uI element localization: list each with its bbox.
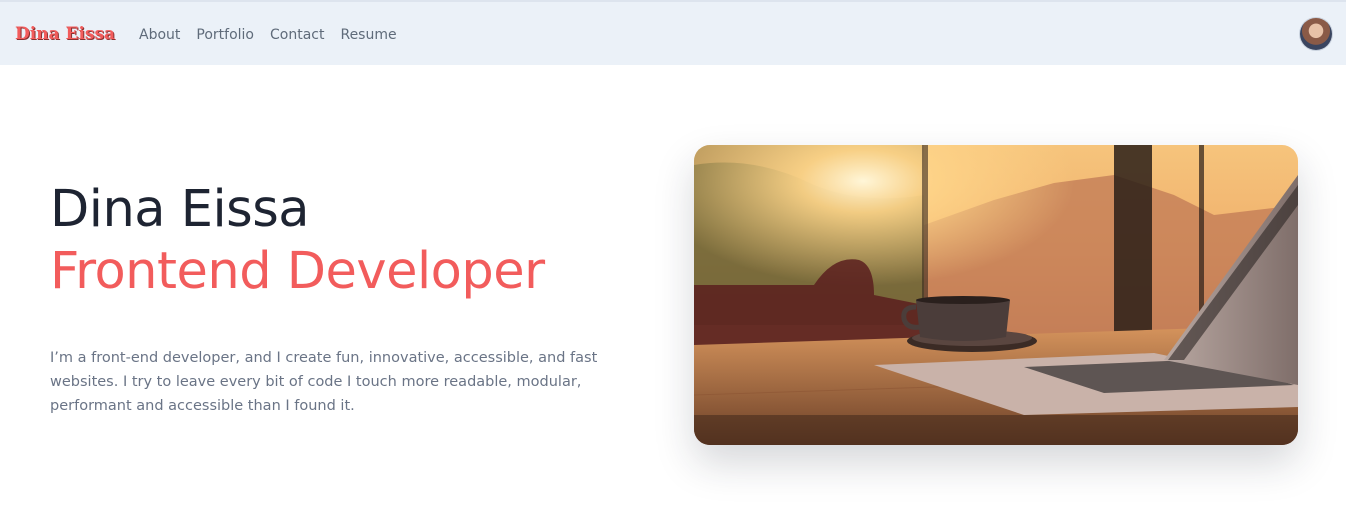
avatar[interactable] [1300,18,1332,50]
hero-title: Dina Eissa Frontend Developer [50,179,545,303]
top-navbar: Dina Eissa About Portfolio Contact Resum… [0,0,1346,65]
hero-image [694,145,1298,445]
nav-link-about[interactable]: About [139,27,180,43]
brand-logo[interactable]: Dina Eissa [15,24,115,44]
hero-role: Frontend Developer [50,242,545,301]
laptop-coffee-photo [694,145,1298,445]
nav-links: About Portfolio Contact Resume [139,27,397,43]
nav-link-portfolio[interactable]: Portfolio [196,27,254,43]
nav-link-contact[interactable]: Contact [270,27,324,43]
nav-link-resume[interactable]: Resume [340,27,396,43]
hero-description: I’m a front-end developer, and I create … [50,350,598,414]
hero-name: Dina Eissa [50,180,310,241]
